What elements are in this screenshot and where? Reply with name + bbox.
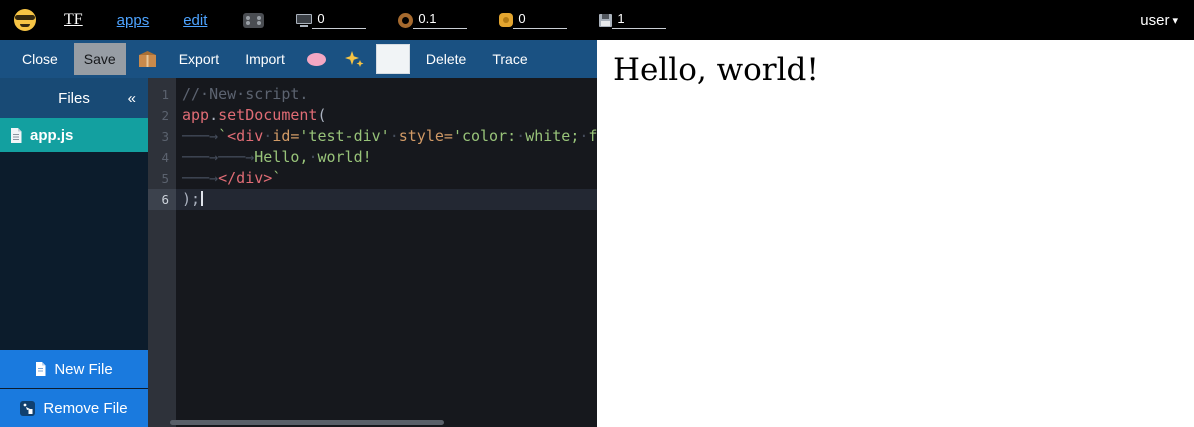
code-text: ───→───→Hello,·world! [176,147,372,168]
package-icon [138,50,157,68]
coin-icon [499,13,513,27]
sparkles-button[interactable] [338,46,370,72]
donut-icon [398,13,413,28]
code-lines: 1//·New·script.2app.setDocument(3───→`<d… [148,78,597,210]
code-editor[interactable]: 1//·New·script.2app.setDocument(3───→`<d… [148,78,597,427]
sponge-button[interactable] [301,49,332,70]
caret-down-icon: ▾ [1172,14,1178,27]
file-item-label: app.js [30,127,73,144]
output-panel: Hello, world! [597,40,1194,427]
window-main: Files « app.js [0,78,597,427]
remove-file-button[interactable]: Remove File [0,389,148,427]
code-text: ); [176,189,203,210]
text-cursor [201,191,203,206]
output-text: Hello, world! [597,40,1194,88]
code-line[interactable]: 1//·New·script. [148,84,597,105]
code-line[interactable]: 6); [148,189,597,210]
line-number: 1 [148,84,176,105]
sparkles-icon [344,50,364,68]
stat-monitor: 0 [296,11,366,29]
code-line[interactable]: 3───→`<div·id='test-div'·style='color:·w… [148,126,597,147]
code-line[interactable]: 5───→</div>` [148,168,597,189]
stat-donut: 0.1 [398,11,467,29]
new-file-icon [35,362,46,376]
code-text: ───→`<div·id='test-div'·style='color:·wh… [176,126,597,147]
close-button[interactable]: Close [12,43,68,75]
stat-coin: 0 [499,11,567,29]
line-number: 6 [148,189,176,210]
sponge-icon [307,53,326,66]
new-file-button[interactable]: New File [0,350,148,388]
brand-link[interactable]: TF [64,11,83,29]
user-menu[interactable]: user ▾ [1140,12,1178,29]
code-text: //·New·script. [176,84,308,105]
blank-button[interactable] [376,44,410,74]
topbar: TF apps edit 0 0.1 0 1 user ▾ [0,0,1194,40]
line-number: 5 [148,168,176,189]
nav-apps-link[interactable]: apps [117,12,150,29]
app-window: Close Save Export Import Delete Trace [0,40,597,427]
files-header: Files « [0,78,148,118]
floppy-stat-value[interactable]: 1 [612,11,666,29]
line-number: 4 [148,147,176,168]
remove-file-label: Remove File [43,400,127,417]
sidebar-empty-area [0,152,148,349]
line-number: 2 [148,105,176,126]
code-text: app.setDocument( [176,105,327,126]
smiley-sunglasses-icon [14,9,36,31]
code-line[interactable]: 4───→───→Hello,·world! [148,147,597,168]
export-button[interactable]: Export [169,43,229,75]
floppy-icon [599,14,612,27]
monitor-icon [296,14,312,27]
code-text: ───→</div>` [176,168,281,189]
import-button[interactable]: Import [235,43,295,75]
collapse-sidebar-button[interactable]: « [128,90,136,107]
litter-bin-icon [20,401,35,416]
save-button[interactable]: Save [74,43,126,75]
stat-floppy: 1 [599,11,666,29]
coin-stat-value[interactable]: 0 [513,11,567,29]
package-button[interactable] [132,46,163,72]
donut-stat-value[interactable]: 0.1 [413,11,467,29]
new-file-label: New File [54,361,112,378]
monitor-stat-value[interactable]: 0 [312,11,366,29]
user-menu-label: user [1140,12,1169,29]
nav-edit-link[interactable]: edit [183,12,207,29]
file-item-appjs[interactable]: app.js [0,118,148,152]
document-icon [10,128,22,143]
code-line[interactable]: 2app.setDocument( [148,105,597,126]
controller-icon[interactable] [243,13,264,28]
delete-button[interactable]: Delete [416,43,476,75]
files-header-label: Files [58,90,90,107]
horizontal-scrollbar-thumb[interactable] [170,420,444,425]
line-number: 3 [148,126,176,147]
file-sidebar: Files « app.js [0,78,148,427]
trace-button[interactable]: Trace [482,43,537,75]
editor-toolbar: Close Save Export Import Delete Trace [0,40,597,78]
